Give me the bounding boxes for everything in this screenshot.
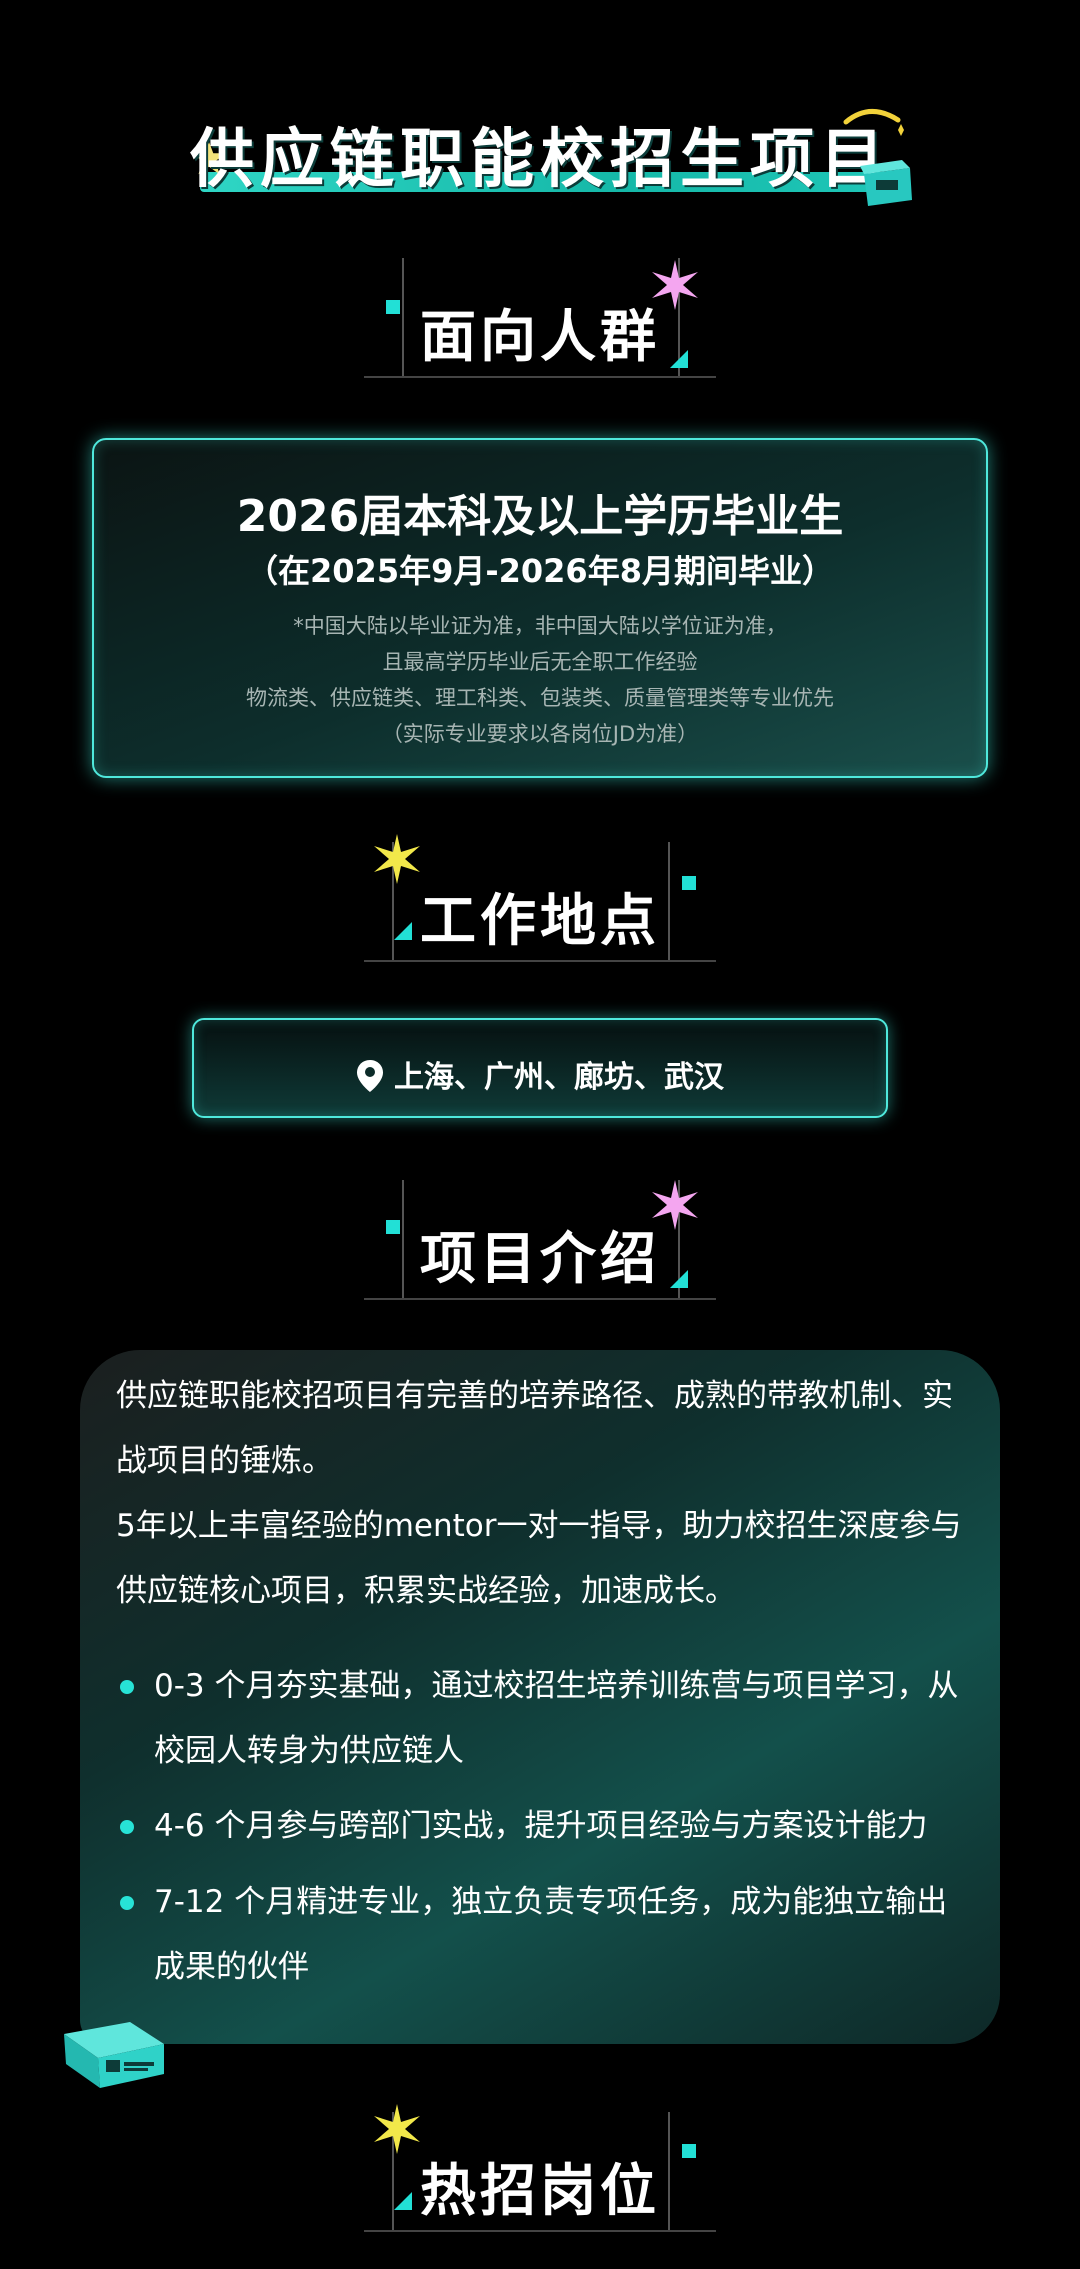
audience-note: 物流类、供应链类、理工科类、包装类、质量管理类等专业优先 [246, 686, 834, 710]
page-title: 供应链职能校招生项目 [190, 123, 890, 197]
intro-paragraph: 供应链职能校招项目有完善的培养路径、成熟的带教机制、实战项目的锤炼。 [116, 1378, 953, 1479]
section-header-location: 工作地点 [364, 834, 716, 982]
audience-graduation-period: （在2025年9月-2026年8月期间毕业） [246, 552, 834, 590]
gift-box-icon [860, 160, 912, 206]
divider [364, 376, 716, 378]
location-row: 上海、广州、廊坊、武汉 [194, 1052, 886, 1096]
location-text: 上海、广州、廊坊、武汉 [394, 1060, 724, 1095]
location-pin-icon [357, 1060, 383, 1092]
intro-paragraph: 5年以上丰富经验的mentor一对一指导，助力校招生深度参与供应链核心项目，积累… [116, 1508, 962, 1609]
banner: 供应链职能校招生项目 [0, 80, 1080, 210]
bullet-dot [120, 1680, 134, 1694]
list-item-text: 4-6 个月参与跨部门实战，提升项目经验与方案设计能力 [154, 1808, 928, 1844]
location-card: 上海、广州、廊坊、武汉 [192, 1018, 888, 1118]
bullet-dot [120, 1820, 134, 1834]
divider [364, 1298, 716, 1300]
section-header-audience: 面向人群 [364, 258, 716, 398]
section-title: 面向人群 [420, 305, 660, 370]
section-title: 项目介绍 [420, 1227, 660, 1292]
divider [364, 2230, 716, 2232]
box-mascot-icon [64, 2022, 164, 2088]
section-title: 工作地点 [420, 889, 660, 954]
list-item: 4-6 个月参与跨部门实战，提升项目经验与方案设计能力 [116, 1794, 970, 1859]
section-title: 热招岗位 [420, 2159, 660, 2224]
audience-main-text: 2026届本科及以上学历毕业生 [236, 491, 844, 542]
section-header-jobs: 热招岗位 [364, 2104, 716, 2252]
audience-note: 且最高学历毕业后无全职工作经验 [382, 650, 698, 674]
audience-card: 2026届本科及以上学历毕业生 （在2025年9月-2026年8月期间毕业） *… [92, 438, 988, 778]
list-item: 7-12 个月精进专业，独立负责专项任务，成为能独立输出成果的伙伴 [116, 1870, 970, 2000]
intro-card: 供应链职能校招项目有完善的培养路径、成熟的带教机制、实战项目的锤炼。 5年以上丰… [80, 1350, 1000, 2044]
audience-note: *中国大陆以毕业证为准，非中国大陆以学位证为准， [293, 614, 787, 638]
audience-note: （实际专业要求以各岗位JD为准） [381, 722, 699, 746]
divider [364, 960, 716, 962]
list-item: 0-3 个月夯实基础，通过校招生培养训练营与项目学习，从校园人转身为供应链人 [116, 1654, 970, 1784]
list-item-text: 7-12 个月精进专业，独立负责专项任务，成为能独立输出成果的伙伴 [154, 1884, 948, 1985]
list-item-text: 0-3 个月夯实基础，通过校招生培养训练营与项目学习，从校园人转身为供应链人 [154, 1668, 959, 1769]
section-header-intro: 项目介绍 [364, 1180, 716, 1320]
bullet-dot [120, 1896, 134, 1910]
